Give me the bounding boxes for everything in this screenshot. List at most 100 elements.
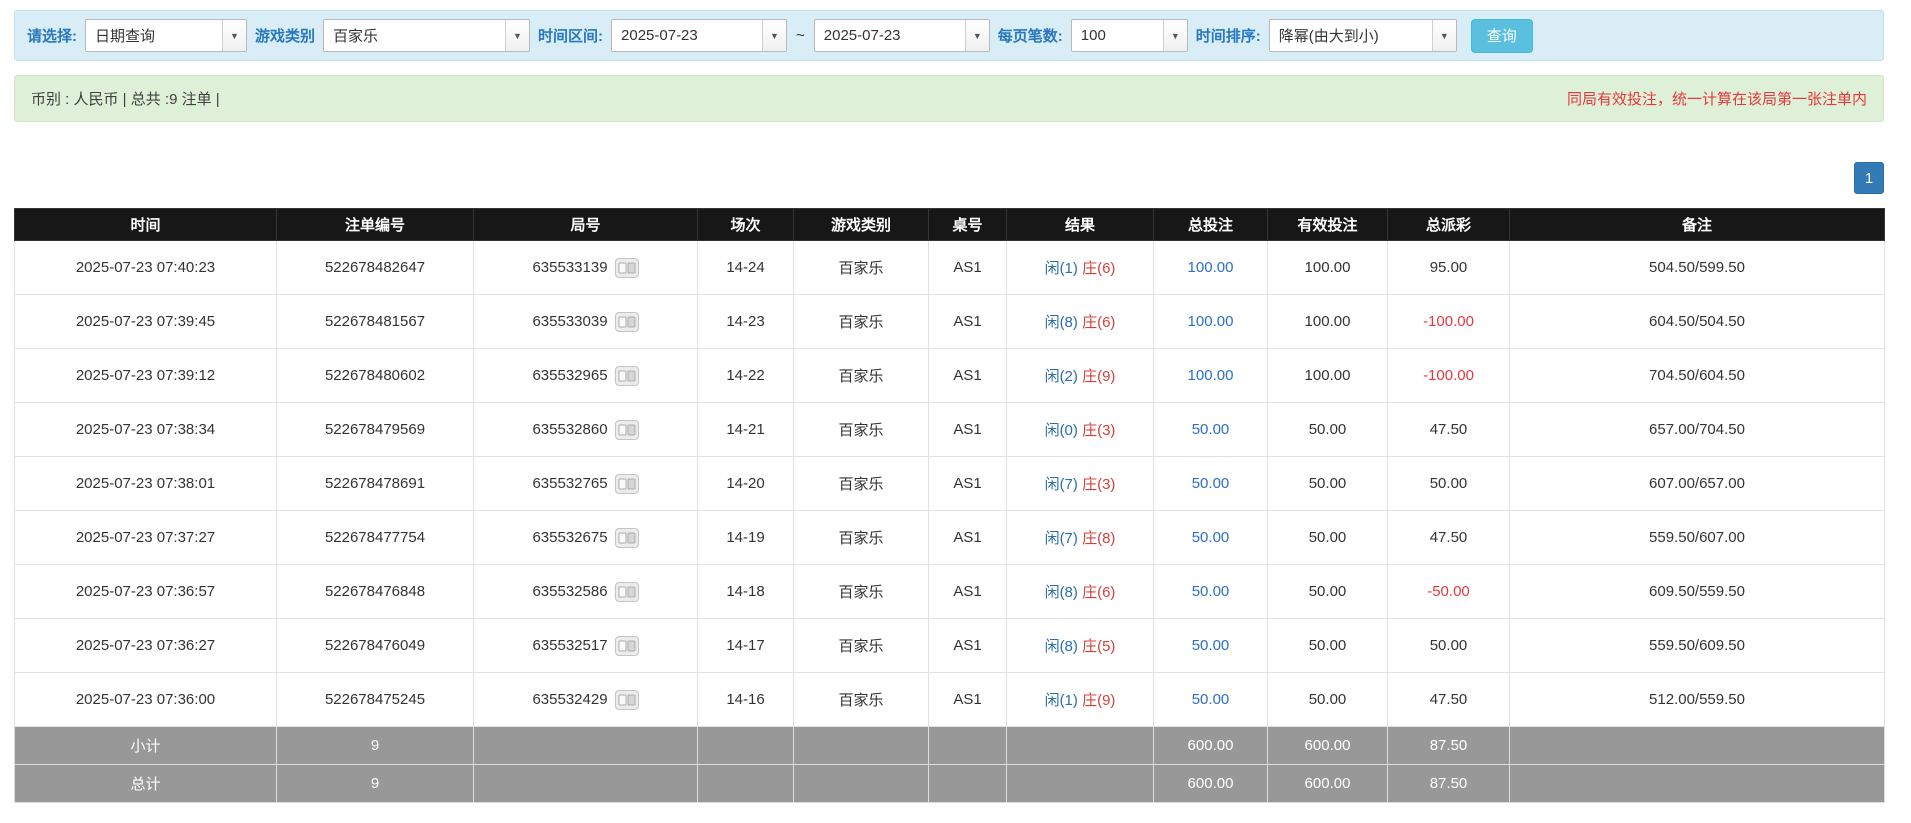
header-table-no: 桌号 bbox=[928, 208, 1007, 241]
grand-total-valid-bet: 600.00 bbox=[1267, 764, 1388, 803]
page-size-select[interactable]: 100 ▼ bbox=[1070, 19, 1188, 52]
game-result-icon[interactable] bbox=[614, 257, 639, 278]
payout-value: 50.00 bbox=[1429, 637, 1468, 654]
chevron-down-icon[interactable]: ▼ bbox=[222, 20, 246, 51]
cell-payout: 95.00 bbox=[1387, 240, 1510, 295]
table-row: 2025-07-23 07:37:27 522678477754 635532675… bbox=[14, 510, 1885, 565]
game-result-icon[interactable] bbox=[614, 311, 639, 332]
cell-session: 14-20 bbox=[697, 456, 794, 511]
cell-valid-bet: 100.00 bbox=[1267, 348, 1388, 403]
table-header: 时间 注单编号 局号 场次 游戏类别 桌号 结果 总投注 有效投注 总派彩 备注 bbox=[14, 208, 1885, 241]
game-result-icon[interactable] bbox=[614, 365, 639, 386]
cell-bet-id: 522678476049 bbox=[276, 618, 474, 673]
cell-bet-id: 522678482647 bbox=[276, 240, 474, 295]
cell-note: 559.50/609.50 bbox=[1509, 618, 1885, 673]
bet-table-body: 2025-07-23 07:40:23 522678482647 635533139… bbox=[14, 240, 1885, 727]
chevron-down-icon[interactable]: ▼ bbox=[505, 20, 530, 51]
banker-result: 庄(9) bbox=[1082, 692, 1116, 709]
grand-total-total-bet: 600.00 bbox=[1153, 764, 1268, 803]
player-result: 闲(1) bbox=[1044, 260, 1078, 277]
cell-valid-bet: 50.00 bbox=[1267, 456, 1388, 511]
cell-valid-bet: 100.00 bbox=[1267, 240, 1388, 295]
header-time: 时间 bbox=[14, 208, 277, 241]
player-result: 闲(7) bbox=[1044, 476, 1078, 493]
game-result-icon[interactable] bbox=[614, 635, 639, 656]
round-number: 635532517 bbox=[532, 636, 608, 654]
table-row: 2025-07-23 07:40:23 522678482647 635533139… bbox=[14, 240, 1885, 295]
banker-result: 庄(6) bbox=[1082, 584, 1116, 601]
total-bet-link[interactable]: 50.00 bbox=[1192, 583, 1230, 600]
round-number: 635533039 bbox=[532, 312, 608, 330]
round-number: 635532675 bbox=[532, 528, 608, 546]
chevron-down-icon[interactable]: ▼ bbox=[1162, 20, 1187, 51]
cell-bet-id: 522678479569 bbox=[276, 402, 474, 457]
chevron-down-icon[interactable]: ▼ bbox=[964, 20, 989, 51]
game-result-icon[interactable] bbox=[614, 473, 639, 494]
grand-total-row: 总计 9 600.00 600.00 87.50 bbox=[14, 764, 1885, 803]
cell-bet-id: 522678481567 bbox=[276, 294, 474, 349]
date-to-select[interactable]: 2025-07-23 ▼ bbox=[813, 19, 990, 52]
cell-table-no: AS1 bbox=[928, 618, 1007, 673]
sort-order-value: 降幂(由大到小) bbox=[1278, 28, 1379, 45]
game-result-icon[interactable] bbox=[614, 419, 639, 440]
total-bet-link[interactable]: 100.00 bbox=[1188, 259, 1234, 276]
cell-round-id: 635533039 bbox=[473, 294, 698, 349]
cell-table-no: AS1 bbox=[928, 510, 1007, 565]
total-bet-link[interactable]: 100.00 bbox=[1188, 313, 1234, 330]
header-round-id: 局号 bbox=[473, 208, 698, 241]
total-bet-link[interactable]: 50.00 bbox=[1192, 475, 1230, 492]
search-button[interactable]: 查询 bbox=[1470, 18, 1533, 53]
cell-round-id: 635532675 bbox=[473, 510, 698, 565]
total-bet-link[interactable]: 50.00 bbox=[1192, 691, 1230, 708]
date-from-value: 2025-07-23 bbox=[621, 27, 698, 44]
banker-result: 庄(6) bbox=[1082, 260, 1116, 277]
payout-value: 47.50 bbox=[1429, 691, 1468, 708]
round-number: 635532860 bbox=[532, 420, 608, 438]
table-row: 2025-07-23 07:38:01 522678478691 635532765… bbox=[14, 456, 1885, 511]
cell-note: 604.50/504.50 bbox=[1509, 294, 1885, 349]
table-row: 2025-07-23 07:39:12 522678480602 635532965… bbox=[14, 348, 1885, 403]
cell-payout: -100.00 bbox=[1387, 294, 1510, 349]
game-type-select[interactable]: 百家乐 ▼ bbox=[323, 19, 531, 52]
query-type-label: 请选择: bbox=[27, 28, 77, 45]
cell-payout: 50.00 bbox=[1387, 618, 1510, 673]
banker-result: 庄(3) bbox=[1082, 422, 1116, 439]
subtotal-label: 小计 bbox=[14, 726, 277, 765]
pagination: 1 bbox=[14, 162, 1884, 194]
game-result-icon[interactable] bbox=[614, 527, 639, 548]
page-button-1[interactable]: 1 bbox=[1854, 162, 1884, 194]
cell-bet-id: 522678480602 bbox=[276, 348, 474, 403]
table-row: 2025-07-23 07:38:34 522678479569 635532860… bbox=[14, 402, 1885, 457]
cell-total-bet: 100.00 bbox=[1153, 348, 1268, 403]
chevron-down-icon[interactable]: ▼ bbox=[1431, 20, 1456, 51]
time-range-label: 时间区间: bbox=[538, 28, 604, 45]
cell-note: 657.00/704.50 bbox=[1509, 402, 1885, 457]
cell-time: 2025-07-23 07:36:00 bbox=[14, 672, 277, 727]
subtotal-payout: 87.50 bbox=[1387, 726, 1510, 765]
total-bet-link[interactable]: 50.00 bbox=[1192, 529, 1230, 546]
cell-session: 14-17 bbox=[697, 618, 794, 673]
page-size-label: 每页笔数: bbox=[997, 28, 1063, 45]
total-bet-link[interactable]: 100.00 bbox=[1188, 367, 1234, 384]
game-result-icon[interactable] bbox=[614, 581, 639, 602]
game-result-icon[interactable] bbox=[614, 689, 639, 710]
total-bet-link[interactable]: 50.00 bbox=[1192, 421, 1230, 438]
date-from-select[interactable]: 2025-07-23 ▼ bbox=[611, 19, 788, 52]
total-bet-link[interactable]: 50.00 bbox=[1192, 637, 1230, 654]
cell-result: 闲(8) 庄(5) bbox=[1006, 618, 1154, 673]
header-valid-bet: 有效投注 bbox=[1267, 208, 1388, 241]
chevron-down-icon[interactable]: ▼ bbox=[762, 20, 787, 51]
cell-game-type: 百家乐 bbox=[793, 510, 929, 565]
cell-round-id: 635532965 bbox=[473, 348, 698, 403]
cell-payout: 47.50 bbox=[1387, 672, 1510, 727]
cell-game-type: 百家乐 bbox=[793, 294, 929, 349]
cell-round-id: 635533139 bbox=[473, 240, 698, 295]
query-type-value: 日期查询 bbox=[95, 28, 156, 45]
cell-result: 闲(1) 庄(9) bbox=[1006, 672, 1154, 727]
cell-note: 607.00/657.00 bbox=[1509, 456, 1885, 511]
cell-time: 2025-07-23 07:36:27 bbox=[14, 618, 277, 673]
round-number: 635532429 bbox=[532, 690, 608, 708]
query-type-select[interactable]: 日期查询 ▼ bbox=[85, 19, 247, 52]
sort-order-select[interactable]: 降幂(由大到小) ▼ bbox=[1268, 19, 1457, 52]
grand-total-payout: 87.50 bbox=[1387, 764, 1510, 803]
